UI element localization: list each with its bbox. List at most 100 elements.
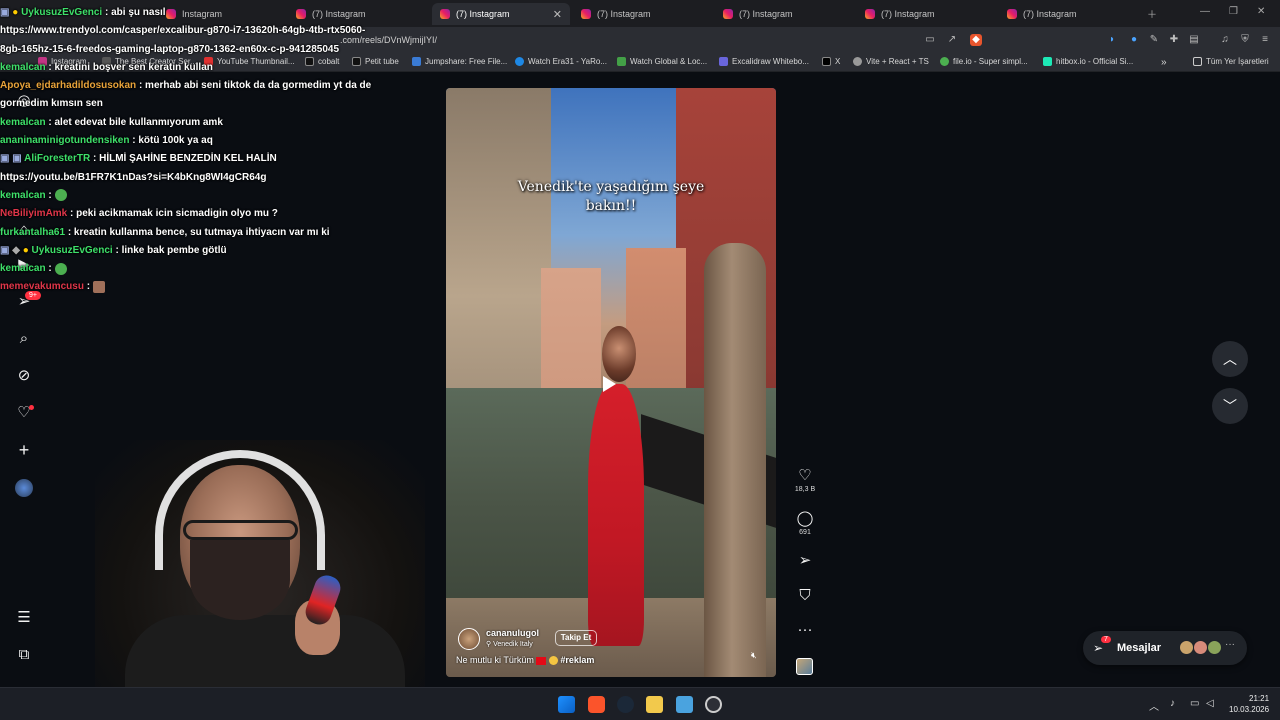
bookmark-item[interactable]: Vite + React + TS [853, 57, 929, 66]
chat-message: https://youtu.be/B1FR7K1nDas?si=K4bKng8W… [0, 169, 380, 187]
bookmark-item[interactable]: Watch Global & Loc... [617, 57, 707, 66]
author-avatar[interactable] [458, 628, 480, 650]
video-scene [588, 384, 644, 646]
messages-button[interactable]: ➢ 7 Mesajlar ··· [1083, 631, 1247, 665]
also-from-meta-icon[interactable]: ⧉ [15, 646, 33, 664]
chat-message: 8gb-165hz-15-6-freedos-gaming-laptop-g87… [0, 41, 380, 59]
chat-message: kemalcan : alet edevat bile kullanmıyoru… [0, 114, 380, 132]
display-icon[interactable]: ▭ [1190, 698, 1199, 709]
messages-label: Mesajlar [1117, 642, 1162, 654]
create-icon[interactable]: + [15, 441, 33, 459]
chat-text: : [48, 189, 52, 201]
mute-icon[interactable]: 🔇︎ [751, 650, 757, 661]
brave-shield-icon[interactable]: ◆ [970, 34, 982, 46]
maximize-icon[interactable]: ❐ [1229, 6, 1238, 17]
audio-thumbnail[interactable] [796, 658, 813, 675]
tray-overflow-icon[interactable]: ︿ [1149, 698, 1159, 713]
chat-emote-icon [54, 189, 67, 202]
save-action[interactable]: ⛉ [793, 587, 817, 605]
share-action[interactable]: ➢ [793, 552, 817, 570]
minimize-icon[interactable]: — [1200, 6, 1210, 17]
microphone-icon[interactable]: ♪ [1170, 698, 1175, 709]
extensions-puzzle-icon[interactable]: ✚ [1168, 34, 1180, 46]
all-bookmarks[interactable]: Tüm Yer İşaretleri [1193, 57, 1269, 66]
reel-video[interactable]: Venedik'te yaşadığım şeye bakın!! cananu… [446, 88, 776, 677]
previous-reel-button[interactable]: ︿ [1212, 341, 1248, 377]
extension-icon[interactable]: ✎ [1148, 34, 1160, 46]
browser-tab[interactable]: (7) Instagram [857, 3, 997, 25]
chat-username: AliForesterTR [24, 153, 91, 165]
file-explorer-icon[interactable] [646, 696, 663, 713]
chat-text: : alet edevat bile kullanmıyorum amk [48, 116, 223, 128]
obs-icon[interactable] [705, 696, 722, 713]
windows-start-icon[interactable] [558, 696, 575, 713]
more-dots-icon[interactable]: ··· [793, 621, 817, 639]
messenger-icon: ➢ [1093, 641, 1104, 655]
bookmark-item[interactable]: X [822, 57, 840, 66]
reel-description: Ne mutlu ki Türküm #reklam [456, 655, 595, 666]
steam-icon[interactable] [617, 696, 634, 713]
cast-icon[interactable]: ▭ [924, 34, 936, 46]
play-icon[interactable] [603, 376, 616, 392]
activity-dot [29, 405, 34, 410]
more-bookmarks-icon[interactable]: » [1161, 57, 1167, 68]
browser-tab[interactable]: (7) Instagram [573, 3, 713, 25]
tab-label: (7) Instagram [456, 9, 510, 19]
shield-icon[interactable]: ⛨ [1239, 34, 1251, 46]
menu-icon[interactable]: ≡ [1259, 34, 1271, 46]
bookmark-item[interactable]: hitbox.io - Official Si... [1043, 57, 1133, 66]
bookmark-icon[interactable]: ⛉ [793, 587, 817, 605]
like-heart-icon[interactable]: ♡ [793, 467, 817, 485]
chat-badge-icon: ▣ [12, 153, 25, 165]
bookmark-item[interactable]: Watch Era31 - YaRo... [515, 57, 607, 66]
sidebar-toggle-icon[interactable]: ▤ [1188, 34, 1200, 46]
browser-tab[interactable]: (7) Instagram [999, 3, 1139, 25]
chat-message: NeBiliyimAmk : peki acikmamak icin sicma… [0, 205, 380, 223]
search-icon[interactable]: ⌕ [15, 330, 33, 348]
bookmark-item[interactable]: file.io - Super simpl... [940, 57, 1028, 66]
send-share-icon[interactable]: ➢ [793, 552, 817, 570]
vpn-icon[interactable]: ● [1128, 34, 1140, 46]
like-action[interactable]: ♡ 18,3 B [793, 467, 817, 493]
comment-action[interactable]: ◯ 691 [793, 510, 817, 536]
close-tab-icon[interactable]: ✕ [553, 8, 562, 21]
next-reel-button[interactable]: ﹀ [1212, 388, 1248, 424]
flag-emoji-icon [536, 656, 547, 665]
browser-tab-active[interactable]: (7) Instagram ✕ [432, 3, 570, 25]
system-clock[interactable]: 21:21 10.03.2026 [1229, 693, 1269, 715]
reel-location[interactable]: ⚲ Venedik Italy [486, 640, 533, 648]
chat-message: kemalcan : [0, 187, 380, 205]
new-tab-icon[interactable]: ＋ [1147, 6, 1157, 21]
bookmark-item[interactable]: Jumpshare: Free File... [412, 57, 507, 66]
tab-label: (7) Instagram [597, 9, 651, 19]
share-icon[interactable]: ↗ [946, 34, 958, 46]
chat-username: UykusuzEvGenci [31, 244, 113, 256]
tab-label: (7) Instagram [739, 9, 793, 19]
music-icon[interactable]: ♫ [1219, 34, 1231, 46]
author-username[interactable]: cananulugol [486, 628, 539, 638]
volume-icon[interactable]: ◁ [1206, 698, 1214, 709]
like-count: 18,3 B [794, 486, 816, 493]
message-avatar [1207, 640, 1222, 655]
chat-text: : kreatini boşver sen keratin kullan [48, 61, 213, 73]
folder-icon [1193, 57, 1202, 66]
chat-text: : linke bak pembe götlü [115, 244, 227, 256]
message-avatar [1179, 640, 1194, 655]
more-options[interactable]: ··· [793, 621, 817, 639]
hashtag-link[interactable]: #reklam [560, 655, 594, 665]
comment-icon[interactable]: ◯ [793, 510, 817, 528]
store-icon[interactable] [676, 696, 693, 713]
browser-tab[interactable]: (7) Instagram [715, 3, 855, 25]
explore-icon[interactable]: ⊘ [15, 367, 33, 385]
more-menu-icon[interactable]: ☰ [15, 609, 33, 627]
follow-button[interactable]: Takip Et [555, 630, 597, 646]
audio-playing-icon[interactable]: ◗ [1106, 34, 1118, 46]
chat-message: furkantalha61 : kreatin kullanma bence, … [0, 224, 380, 242]
brave-browser-icon[interactable] [588, 696, 605, 713]
close-window-icon[interactable]: ✕ [1257, 6, 1265, 17]
bookmark-item[interactable]: Excalidraw Whitebo... [719, 57, 809, 66]
profile-avatar-icon[interactable] [15, 479, 33, 497]
chat-badge-icon: ▣ [0, 7, 13, 18]
messages-badge: 7 [1101, 636, 1111, 643]
instagram-icon [1007, 9, 1017, 19]
